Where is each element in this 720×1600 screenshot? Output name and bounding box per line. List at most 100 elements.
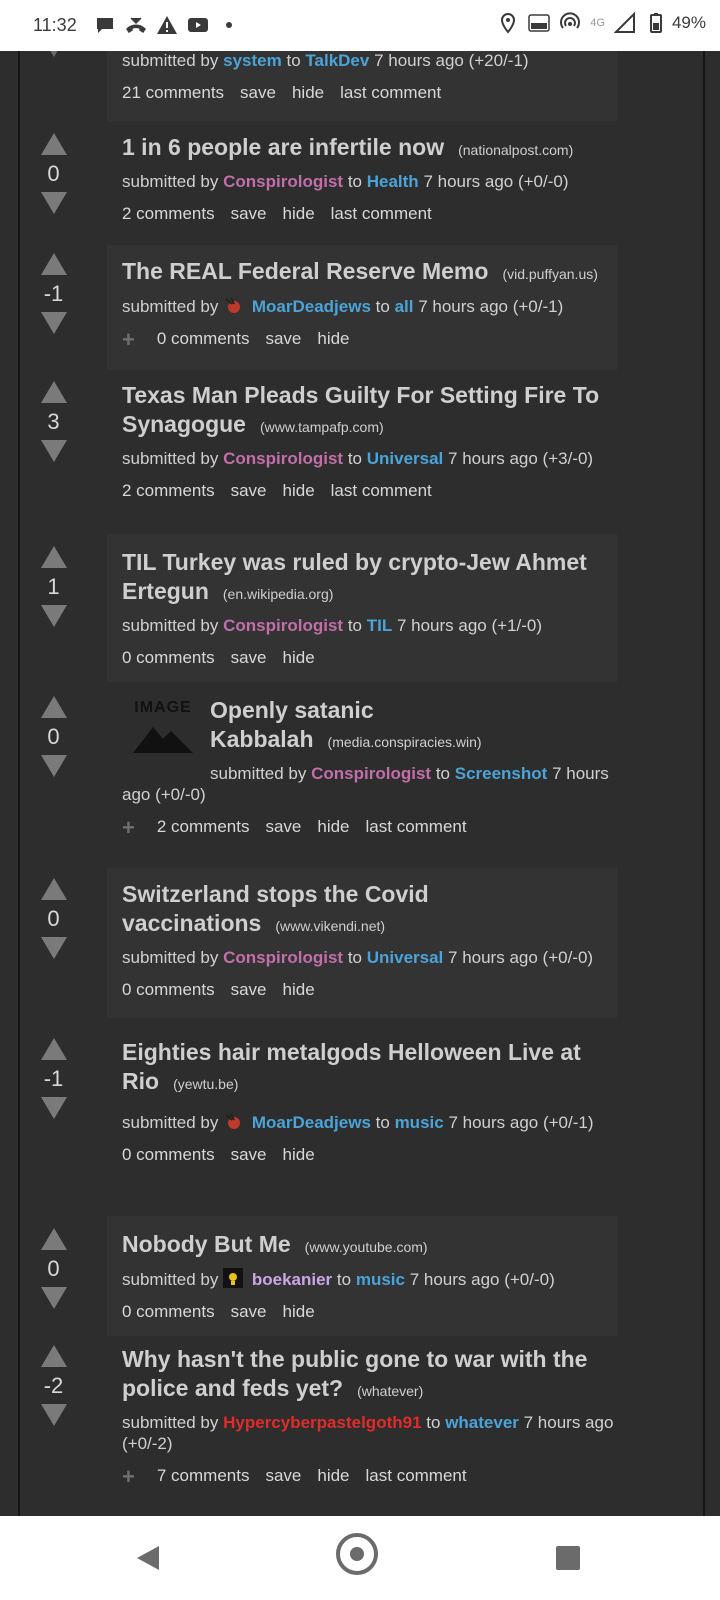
comments-link[interactable]: 0 comments: [122, 1302, 215, 1322]
comments-link[interactable]: 2 comments: [122, 204, 215, 224]
downvote-arrow-icon[interactable]: [40, 440, 67, 462]
upvote-arrow-icon[interactable]: [40, 1038, 67, 1060]
hide-link[interactable]: hide: [283, 648, 315, 668]
post-domain[interactable]: (media.conspiracies.win): [328, 734, 482, 750]
upvote-arrow-icon[interactable]: [40, 253, 67, 275]
post-author[interactable]: Conspirologist: [223, 172, 343, 191]
upvote-arrow-icon[interactable]: [40, 381, 67, 403]
expand-plus-icon[interactable]: +: [122, 816, 135, 838]
downvote-arrow-icon[interactable]: [40, 51, 67, 57]
downvote-arrow-icon[interactable]: [40, 937, 67, 959]
upvote-arrow-icon[interactable]: [40, 696, 67, 718]
last-comment-link[interactable]: last comment: [340, 83, 441, 103]
image-thumbnail[interactable]: IMAGE: [127, 699, 199, 759]
post-subverse[interactable]: Universal: [367, 449, 444, 468]
hide-link[interactable]: hide: [283, 980, 315, 1000]
hide-link[interactable]: hide: [283, 1302, 315, 1322]
save-link[interactable]: save: [265, 817, 301, 837]
post-domain[interactable]: (www.vikendi.net): [275, 918, 385, 934]
post-time: 7 hours ago (+0/-0): [409, 1270, 555, 1289]
upvote-arrow-icon[interactable]: [40, 1345, 67, 1367]
downvote-arrow-icon[interactable]: [40, 192, 67, 214]
post-subverse[interactable]: TalkDev: [305, 51, 369, 70]
upvote-arrow-icon[interactable]: [40, 1228, 67, 1250]
downvote-arrow-icon[interactable]: [40, 1404, 67, 1426]
post-author[interactable]: boekanier: [252, 1270, 332, 1289]
back-icon[interactable]: [137, 1546, 159, 1570]
hide-link[interactable]: hide: [292, 83, 324, 103]
post-domain[interactable]: (vid.puffyan.us): [502, 266, 597, 282]
post-domain[interactable]: (whatever): [357, 1383, 423, 1399]
post-title[interactable]: Why hasn't the public gone to war with t…: [122, 1346, 587, 1401]
post-subverse[interactable]: TIL: [367, 616, 393, 635]
comments-link[interactable]: 0 comments: [122, 648, 215, 668]
upvote-arrow-icon[interactable]: [40, 133, 67, 155]
post-author[interactable]: Conspirologist: [223, 449, 343, 468]
comments-link[interactable]: 2 comments: [157, 817, 250, 837]
post-title[interactable]: TIL Turkey was ruled by crypto-Jew Ahmet…: [122, 549, 587, 604]
comments-link[interactable]: 21 comments: [122, 83, 224, 103]
last-comment-link[interactable]: last comment: [331, 204, 432, 224]
post-author[interactable]: MoarDeadjews: [252, 297, 371, 316]
hide-link[interactable]: hide: [283, 1145, 315, 1165]
hide-link[interactable]: hide: [317, 1466, 349, 1486]
network-type: 4G: [590, 17, 605, 29]
expand-plus-icon[interactable]: +: [122, 328, 135, 350]
save-link[interactable]: save: [231, 648, 267, 668]
post-subverse[interactable]: music: [395, 1113, 444, 1132]
save-link[interactable]: save: [231, 1145, 267, 1165]
downvote-arrow-icon[interactable]: [40, 605, 67, 627]
save-link[interactable]: save: [265, 329, 301, 349]
post-title[interactable]: The REAL Federal Reserve Memo: [122, 258, 488, 284]
post-title[interactable]: 1 in 6 people are infertile now: [122, 134, 444, 160]
post-title[interactable]: Nobody But Me: [122, 1231, 291, 1257]
upvote-arrow-icon[interactable]: [40, 878, 67, 900]
home-icon[interactable]: [336, 1533, 378, 1575]
post-author[interactable]: MoarDeadjews: [252, 1113, 371, 1132]
post-domain[interactable]: (en.wikipedia.org): [223, 586, 334, 602]
post-author[interactable]: Conspirologist: [311, 764, 431, 783]
post-list[interactable]: submitted by system to TalkDev 7 hours a…: [0, 51, 720, 1516]
save-link[interactable]: save: [265, 1466, 301, 1486]
post-subverse[interactable]: Health: [367, 172, 419, 191]
post-subverse[interactable]: music: [356, 1270, 405, 1289]
post-subverse[interactable]: Universal: [367, 948, 444, 967]
last-comment-link[interactable]: last comment: [366, 817, 467, 837]
expand-plus-icon[interactable]: +: [122, 1465, 135, 1487]
downvote-arrow-icon[interactable]: [40, 1097, 67, 1119]
warning-icon: [156, 14, 178, 36]
comments-link[interactable]: 2 comments: [122, 481, 215, 501]
save-link[interactable]: save: [231, 1302, 267, 1322]
post-domain[interactable]: (yewtu.be): [173, 1076, 238, 1092]
upvote-arrow-icon[interactable]: [40, 546, 67, 568]
last-comment-link[interactable]: last comment: [331, 481, 432, 501]
post-actions: 0 comments save hide: [122, 980, 617, 1000]
post-author[interactable]: Conspirologist: [223, 948, 343, 967]
comments-link[interactable]: 0 comments: [122, 1145, 215, 1165]
downvote-arrow-icon[interactable]: [40, 312, 67, 334]
post-author[interactable]: Conspirologist: [223, 616, 343, 635]
downvote-arrow-icon[interactable]: [40, 1287, 67, 1309]
save-link[interactable]: save: [231, 980, 267, 1000]
post-subverse[interactable]: all: [395, 297, 414, 316]
comments-link[interactable]: 0 comments: [122, 980, 215, 1000]
last-comment-link[interactable]: last comment: [366, 1466, 467, 1486]
hide-link[interactable]: hide: [317, 329, 349, 349]
post-domain[interactable]: (nationalpost.com): [458, 142, 573, 158]
post-author[interactable]: system: [223, 51, 282, 70]
hide-link[interactable]: hide: [283, 481, 315, 501]
comments-link[interactable]: 0 comments: [157, 329, 250, 349]
post-author[interactable]: Hypercyberpastelgoth91: [223, 1413, 421, 1432]
post-domain[interactable]: (www.youtube.com): [305, 1239, 428, 1255]
hide-link[interactable]: hide: [317, 817, 349, 837]
save-link[interactable]: save: [231, 481, 267, 501]
post-domain[interactable]: (www.tampafp.com): [260, 419, 384, 435]
recents-icon[interactable]: [556, 1546, 580, 1570]
downvote-arrow-icon[interactable]: [40, 755, 67, 777]
save-link[interactable]: save: [231, 204, 267, 224]
post-subverse[interactable]: whatever: [445, 1413, 519, 1432]
save-link[interactable]: save: [240, 83, 276, 103]
post-subverse[interactable]: Screenshot: [455, 764, 548, 783]
comments-link[interactable]: 7 comments: [157, 1466, 250, 1486]
hide-link[interactable]: hide: [283, 204, 315, 224]
